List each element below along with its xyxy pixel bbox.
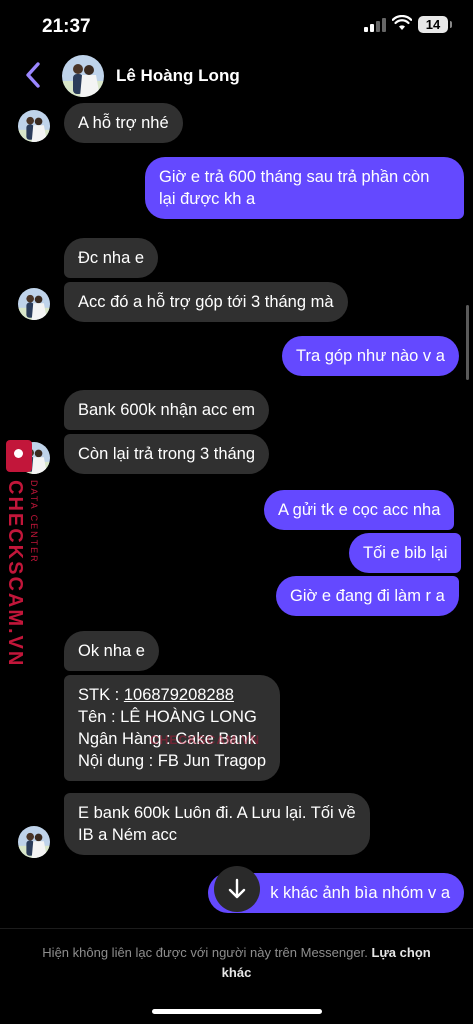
outgoing-message[interactable]: Tra góp như nào v a bbox=[282, 336, 459, 376]
scrollbar[interactable] bbox=[466, 305, 469, 380]
back-chevron-icon[interactable] bbox=[20, 60, 48, 90]
message-line: Giờ e trả 600 tháng sau trả phần còn bbox=[159, 168, 430, 186]
incoming-message[interactable]: Ok nha e bbox=[64, 631, 159, 671]
account-number-link[interactable]: 106879208288 bbox=[124, 686, 234, 704]
battery-icon: 14 bbox=[418, 16, 452, 33]
notice-text: Hiện không liên lạc được với người này t… bbox=[42, 945, 368, 960]
incoming-message[interactable]: Đc nha e bbox=[64, 238, 159, 278]
message-thread[interactable]: A hỗ trợ nhé Giờ e trả 600 tháng sau trả… bbox=[0, 100, 473, 930]
status-bar: 21:37 14 bbox=[0, 0, 473, 50]
watermark-brand: CHECKSCAM.VN bbox=[4, 480, 26, 668]
composer-unavailable-notice: Hiện không liên lạc được với người này t… bbox=[0, 928, 473, 1024]
message-line: Tên : LÊ HOÀNG LONG bbox=[78, 708, 257, 726]
watermark-sub: DATA CENTER bbox=[29, 480, 39, 564]
outgoing-message[interactable]: Tối e bib lại bbox=[349, 533, 462, 573]
message-line: IB a Ném acc bbox=[78, 826, 178, 844]
incoming-message[interactable]: A hỗ trợ nhé bbox=[64, 103, 183, 143]
incoming-message[interactable]: Bank 600k nhận acc em bbox=[64, 390, 270, 430]
contact-avatar[interactable] bbox=[62, 55, 104, 97]
unavailable-notice: Hiện không liên lạc được với người này t… bbox=[30, 943, 443, 983]
status-time: 21:37 bbox=[42, 16, 91, 37]
scroll-to-bottom-button[interactable] bbox=[214, 866, 260, 912]
outgoing-message[interactable]: A gửi tk e cọc acc nha bbox=[264, 490, 455, 530]
message-line: lại được kh a bbox=[159, 190, 256, 208]
contact-avatar-small[interactable] bbox=[18, 288, 50, 320]
watermark-center: CHECKSCAM.VN bbox=[150, 733, 261, 747]
wifi-icon bbox=[392, 15, 412, 30]
contact-avatar-small[interactable] bbox=[18, 110, 50, 142]
message-line: STK : 106879208288 bbox=[78, 684, 266, 706]
incoming-message[interactable]: Còn lại trả trong 3 tháng bbox=[64, 434, 270, 474]
contact-avatar-small[interactable] bbox=[18, 826, 50, 858]
incoming-message[interactable]: E bank 600k Luôn đi. A Lưu lại. Tối về I… bbox=[64, 793, 370, 855]
watermark-logo-icon bbox=[6, 440, 32, 472]
outgoing-message[interactable]: Giờ e trả 600 tháng sau trả phần còn lại… bbox=[145, 157, 464, 219]
incoming-message[interactable]: Acc đó a hỗ trợ góp tới 3 tháng mà bbox=[64, 282, 348, 322]
outgoing-message[interactable]: Giờ e đang đi làm r a bbox=[276, 576, 459, 616]
stk-label: STK : bbox=[78, 686, 124, 704]
message-line: Nội dung : FB Jun Tragop bbox=[78, 752, 267, 770]
message-line: E bank 600k Luôn đi. A Lưu lại. Tối về bbox=[78, 804, 356, 822]
incoming-message[interactable]: STK : 106879208288 Tên : LÊ HOÀNG LONG N… bbox=[64, 675, 281, 781]
home-indicator[interactable] bbox=[152, 1009, 322, 1014]
watermark: CHECKSCAM.VN DATA CENTER bbox=[3, 440, 49, 667]
arrow-down-icon bbox=[228, 878, 246, 899]
contact-name[interactable]: Lê Hoàng Long bbox=[116, 66, 240, 86]
cellular-signal-icon bbox=[364, 18, 386, 32]
conversation-header: Lê Hoàng Long bbox=[0, 50, 473, 102]
